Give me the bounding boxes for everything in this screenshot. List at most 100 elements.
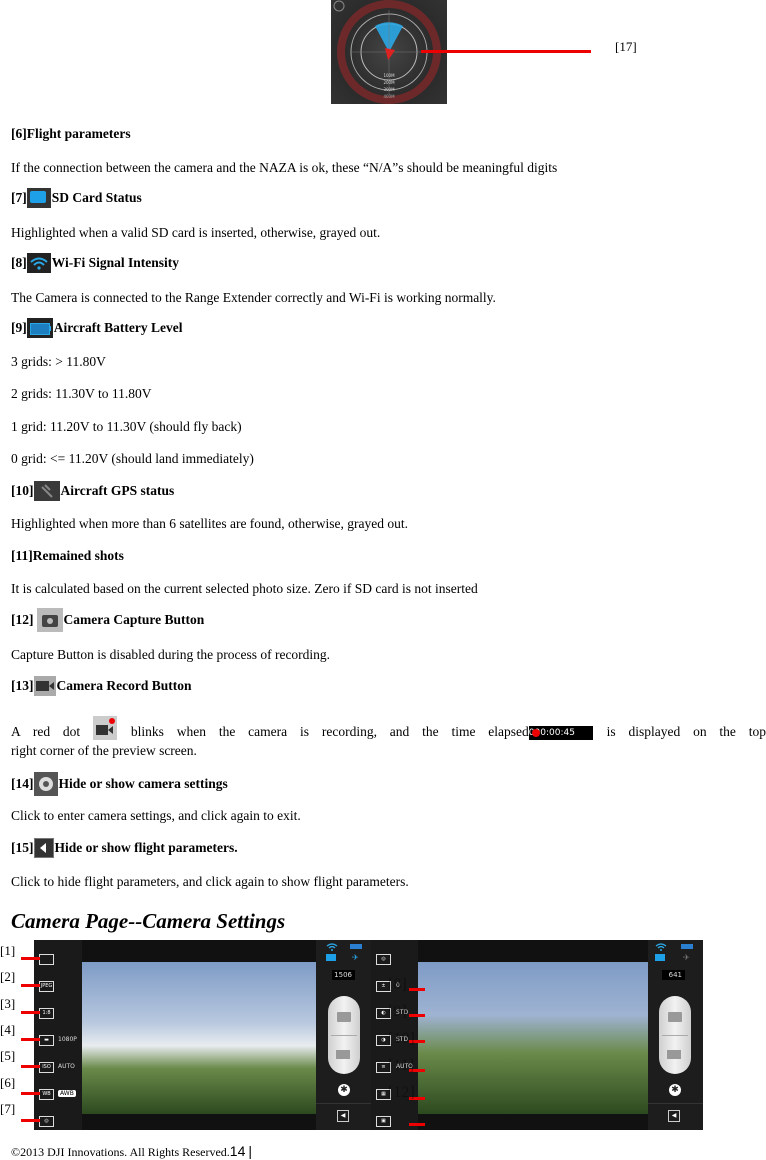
callout-label-1: [1] bbox=[0, 943, 16, 958]
gear-icon bbox=[33, 772, 58, 796]
remaining-shots: 641 bbox=[662, 970, 685, 980]
divider bbox=[662, 1035, 688, 1036]
left-arrow-icon bbox=[33, 838, 54, 858]
timer-badge: 000:00:45 bbox=[528, 725, 593, 740]
wifi-icon bbox=[655, 943, 667, 951]
divider bbox=[331, 1035, 357, 1036]
camera-capture-button[interactable] bbox=[337, 1012, 351, 1022]
svg-text:100M: 100M bbox=[383, 73, 395, 78]
callout-label-right-1: [8] bbox=[388, 976, 407, 993]
battery-icon bbox=[26, 318, 53, 338]
callout-label-3: [3] bbox=[0, 995, 16, 1011]
camera-settings-toggle[interactable]: ✱ bbox=[338, 1084, 350, 1096]
callout-label-4: [4] bbox=[0, 1021, 16, 1037]
item-body-9-line3: 1 grid: 11.20V to 11.30V (should fly bac… bbox=[11, 419, 242, 434]
camera-capture-button[interactable] bbox=[668, 1012, 682, 1022]
item-body-13-line1: A red dot blinks when the camera is reco… bbox=[11, 716, 766, 740]
sd-card-icon bbox=[26, 188, 51, 208]
video-camera-icon bbox=[33, 676, 56, 696]
setting-button-7[interactable]: ▣ bbox=[376, 1116, 391, 1127]
section-title: Camera Page--Camera Settings bbox=[11, 909, 286, 933]
item-body-15: Click to hide flight parameters, and cli… bbox=[11, 874, 409, 889]
camera-record-button[interactable] bbox=[667, 1050, 681, 1059]
callout-line-5 bbox=[21, 1065, 40, 1068]
setting-button-5[interactable]: ISO bbox=[39, 1062, 54, 1073]
item-body-12: Capture Button is disabled during the pr… bbox=[11, 647, 331, 662]
callout-label-7: [7] bbox=[0, 1100, 16, 1116]
callout-line-17 bbox=[421, 50, 591, 53]
item-heading-6: [6] Flight parameters bbox=[11, 126, 131, 141]
callout-label-right-3: [10] bbox=[388, 1030, 415, 1047]
callout-line-right-6 bbox=[409, 1123, 425, 1126]
footer-separator: | bbox=[248, 1143, 252, 1159]
item-body-9-line4: 0 grid: <= 11.20V (should land immediate… bbox=[11, 451, 254, 466]
svg-text:200M: 200M bbox=[383, 80, 395, 85]
recording-dot-icon bbox=[93, 716, 118, 740]
setting-button-2[interactable]: JPEG bbox=[39, 981, 54, 992]
camera-record-button[interactable] bbox=[336, 1050, 350, 1059]
satellite-icon: ✈ bbox=[352, 953, 359, 962]
battery-icon bbox=[681, 944, 693, 949]
item-body-8: The Camera is connected to the Range Ext… bbox=[11, 290, 496, 305]
item-heading-8: [8] Wi-Fi Signal Intensity bbox=[11, 253, 179, 273]
setting-value-6: AWB bbox=[58, 1090, 76, 1097]
item-heading-7: [7] SD Card Status bbox=[11, 188, 142, 208]
capture-record-pill[interactable] bbox=[659, 996, 691, 1074]
svg-text:400M: 400M bbox=[383, 94, 395, 99]
item-body-14: Click to enter camera settings, and clic… bbox=[11, 808, 301, 823]
setting-value-4: 1080P bbox=[58, 1036, 77, 1043]
item-heading-15: [15] Hide or show flight parameters. bbox=[11, 838, 238, 858]
flight-params-toggle[interactable]: ◀ bbox=[337, 1110, 349, 1122]
callout-label-17: [17] bbox=[615, 39, 637, 54]
item-body-9-line2: 2 grids: 11.30V to 11.80V bbox=[11, 386, 152, 401]
setting-value-5: AUTO bbox=[58, 1063, 75, 1070]
flight-params-toggle[interactable]: ◀ bbox=[668, 1110, 680, 1122]
camera-settings-screenshot-1: ✈ 1506 ✱ ◀ JPEG 1:8 ▬ 1080P ISO AUTO WB AWB ◎ bbox=[34, 940, 371, 1130]
callout-label-6: [6] bbox=[0, 1074, 16, 1090]
wifi-icon bbox=[26, 253, 51, 273]
satellite-icon bbox=[33, 481, 60, 501]
item-body-10: Highlighted when more than 6 satellites … bbox=[11, 516, 409, 531]
callout-label-right-5: [12] bbox=[388, 1084, 415, 1101]
callout-label-right-4: [11] bbox=[388, 1057, 415, 1074]
item-body-11: It is calculated based on the current se… bbox=[11, 581, 478, 596]
item-heading-14: [14] Hide or show camera settings bbox=[11, 772, 228, 796]
wifi-icon bbox=[326, 943, 338, 951]
callout-line-7 bbox=[21, 1119, 40, 1122]
page-footer: ©2013 DJI Innovations. All Rights Reserv… bbox=[11, 1143, 252, 1160]
callout-label-right-2: [9] bbox=[388, 1003, 407, 1020]
sd-card-icon bbox=[655, 954, 665, 961]
item-body-9-line1: 3 grids: > 11.80V bbox=[11, 354, 106, 369]
setting-button-6[interactable]: WB bbox=[39, 1089, 54, 1100]
copyright: ©2013 DJI Innovations. All Rights Reserv… bbox=[11, 1145, 230, 1159]
svg-text:300M: 300M bbox=[383, 87, 395, 92]
camera-settings-toggle[interactable]: ✱ bbox=[669, 1084, 681, 1096]
setting-button-3[interactable]: 1:8 bbox=[39, 1008, 54, 1019]
callout-label-5: [5] bbox=[0, 1048, 16, 1064]
callout-line-1 bbox=[21, 957, 40, 960]
control-panel: ✈ 1506 ✱ ◀ bbox=[316, 940, 371, 1130]
camera-icon bbox=[36, 608, 63, 632]
callout-line-6 bbox=[21, 1092, 40, 1095]
callout-line-3 bbox=[21, 1011, 40, 1014]
divider bbox=[648, 1103, 703, 1104]
item-heading-10: [10] Aircraft GPS status bbox=[11, 481, 174, 501]
item-heading-12: [12] Camera Capture Button bbox=[11, 608, 204, 632]
item-body-7: Highlighted when a valid SD card is inse… bbox=[11, 225, 381, 240]
setting-button-1[interactable]: ◎ bbox=[376, 954, 391, 965]
preview-image bbox=[418, 962, 648, 1114]
setting-button-1[interactable] bbox=[39, 954, 54, 965]
capture-record-pill[interactable] bbox=[328, 996, 360, 1074]
battery-icon bbox=[350, 944, 362, 949]
page-number: 14 bbox=[229, 1143, 246, 1159]
item-body-6: If the connection between the camera and… bbox=[11, 160, 558, 175]
remaining-shots: 1506 bbox=[332, 970, 355, 980]
callout-line-right-2 bbox=[409, 1014, 425, 1017]
divider bbox=[316, 1103, 371, 1104]
setting-button-4[interactable]: ▬ bbox=[39, 1035, 54, 1046]
item-heading-9: [9] Aircraft Battery Level bbox=[11, 318, 182, 338]
callout-label-2: [2] bbox=[0, 969, 16, 985]
setting-button-7[interactable]: ◎ bbox=[39, 1116, 54, 1127]
callout-line-4 bbox=[21, 1038, 40, 1041]
item-body-13-line2: right corner of the preview screen. bbox=[11, 743, 197, 758]
